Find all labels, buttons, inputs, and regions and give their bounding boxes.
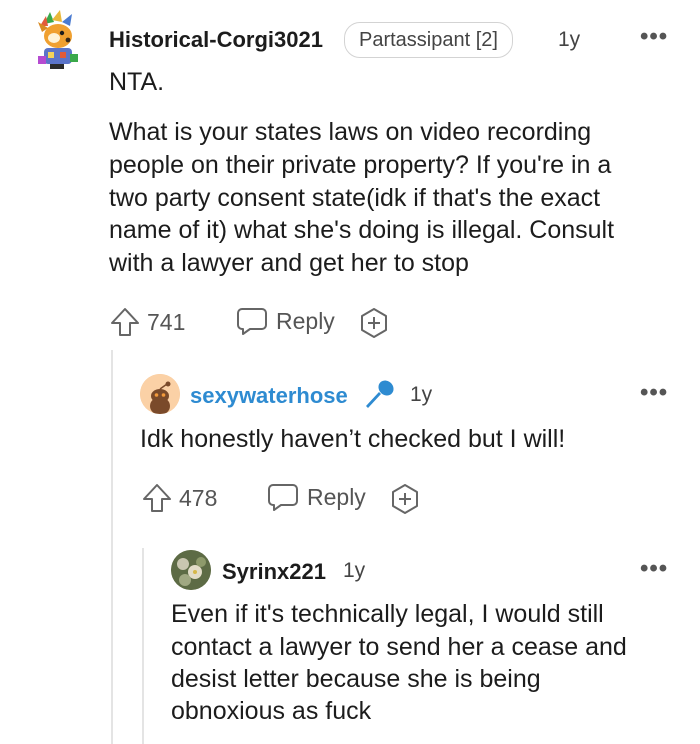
- reply-label: Reply: [276, 307, 335, 334]
- comment-text: Idk honestly haven’t checked but I will!: [140, 425, 566, 453]
- speech-bubble-icon: [237, 308, 267, 335]
- corgi-avatar-icon: [38, 10, 78, 69]
- avatar[interactable]: [171, 550, 211, 590]
- speech-bubble-icon: [268, 484, 298, 511]
- avatar[interactable]: [140, 374, 180, 414]
- comment-text: Even if it's technically legal, I would …: [171, 600, 604, 628]
- comment-text: obnoxious as fuck: [171, 697, 372, 725]
- award-plus-icon: [392, 484, 418, 514]
- comment-text: desist letter because she is being: [171, 665, 541, 693]
- thread-line-level-1[interactable]: [111, 350, 113, 744]
- more-options-button[interactable]: •••: [640, 25, 668, 49]
- upvote-button[interactable]: 478: [141, 482, 217, 514]
- more-options-icon: •••: [640, 23, 669, 50]
- upvote-arrow-icon: [111, 308, 139, 336]
- microphone-icon: [362, 377, 398, 418]
- avatar[interactable]: [34, 10, 84, 70]
- reply-button[interactable]: Reply: [267, 482, 366, 512]
- more-options-button[interactable]: •••: [640, 381, 668, 405]
- comment-text: name of it) what she's doing is illegal.…: [109, 216, 615, 244]
- comment-age: 1y: [410, 383, 433, 406]
- comment-text: What is your states laws on video record…: [109, 118, 592, 146]
- thread-line-level-2[interactable]: [142, 548, 144, 744]
- comment-age: 1y: [558, 28, 581, 51]
- comment-text: two party consent state(idk if that's th…: [109, 184, 601, 212]
- user-flair: Partassipant [2]: [344, 22, 513, 58]
- more-options-icon: •••: [640, 379, 669, 406]
- reply-button[interactable]: Reply: [236, 306, 335, 336]
- upvote-button[interactable]: 741: [109, 306, 185, 338]
- reply-label: Reply: [307, 483, 366, 510]
- comment-text: contact a lawyer to send her a cease and: [171, 633, 627, 661]
- more-options-icon: •••: [640, 555, 669, 582]
- upvote-arrow-icon: [143, 484, 171, 512]
- upvote-count: 478: [179, 484, 218, 511]
- username[interactable]: Syrinx221: [222, 559, 326, 585]
- username[interactable]: sexywaterhose: [190, 383, 348, 409]
- award-button[interactable]: [358, 307, 390, 339]
- username[interactable]: Historical-Corgi3021: [109, 27, 323, 53]
- award-button[interactable]: [389, 483, 421, 515]
- comment-age: 1y: [343, 559, 366, 582]
- more-options-button[interactable]: •••: [640, 557, 668, 581]
- upvote-count: 741: [147, 308, 186, 335]
- flower-photo-avatar-icon: [171, 550, 211, 590]
- award-plus-icon: [361, 308, 387, 338]
- comment-text: NTA.: [109, 68, 165, 96]
- comment-text: people on their private property? If you…: [109, 151, 612, 179]
- snoo-avatar-icon: [140, 374, 180, 414]
- comment-text: with a lawyer and get her to stop: [109, 249, 469, 277]
